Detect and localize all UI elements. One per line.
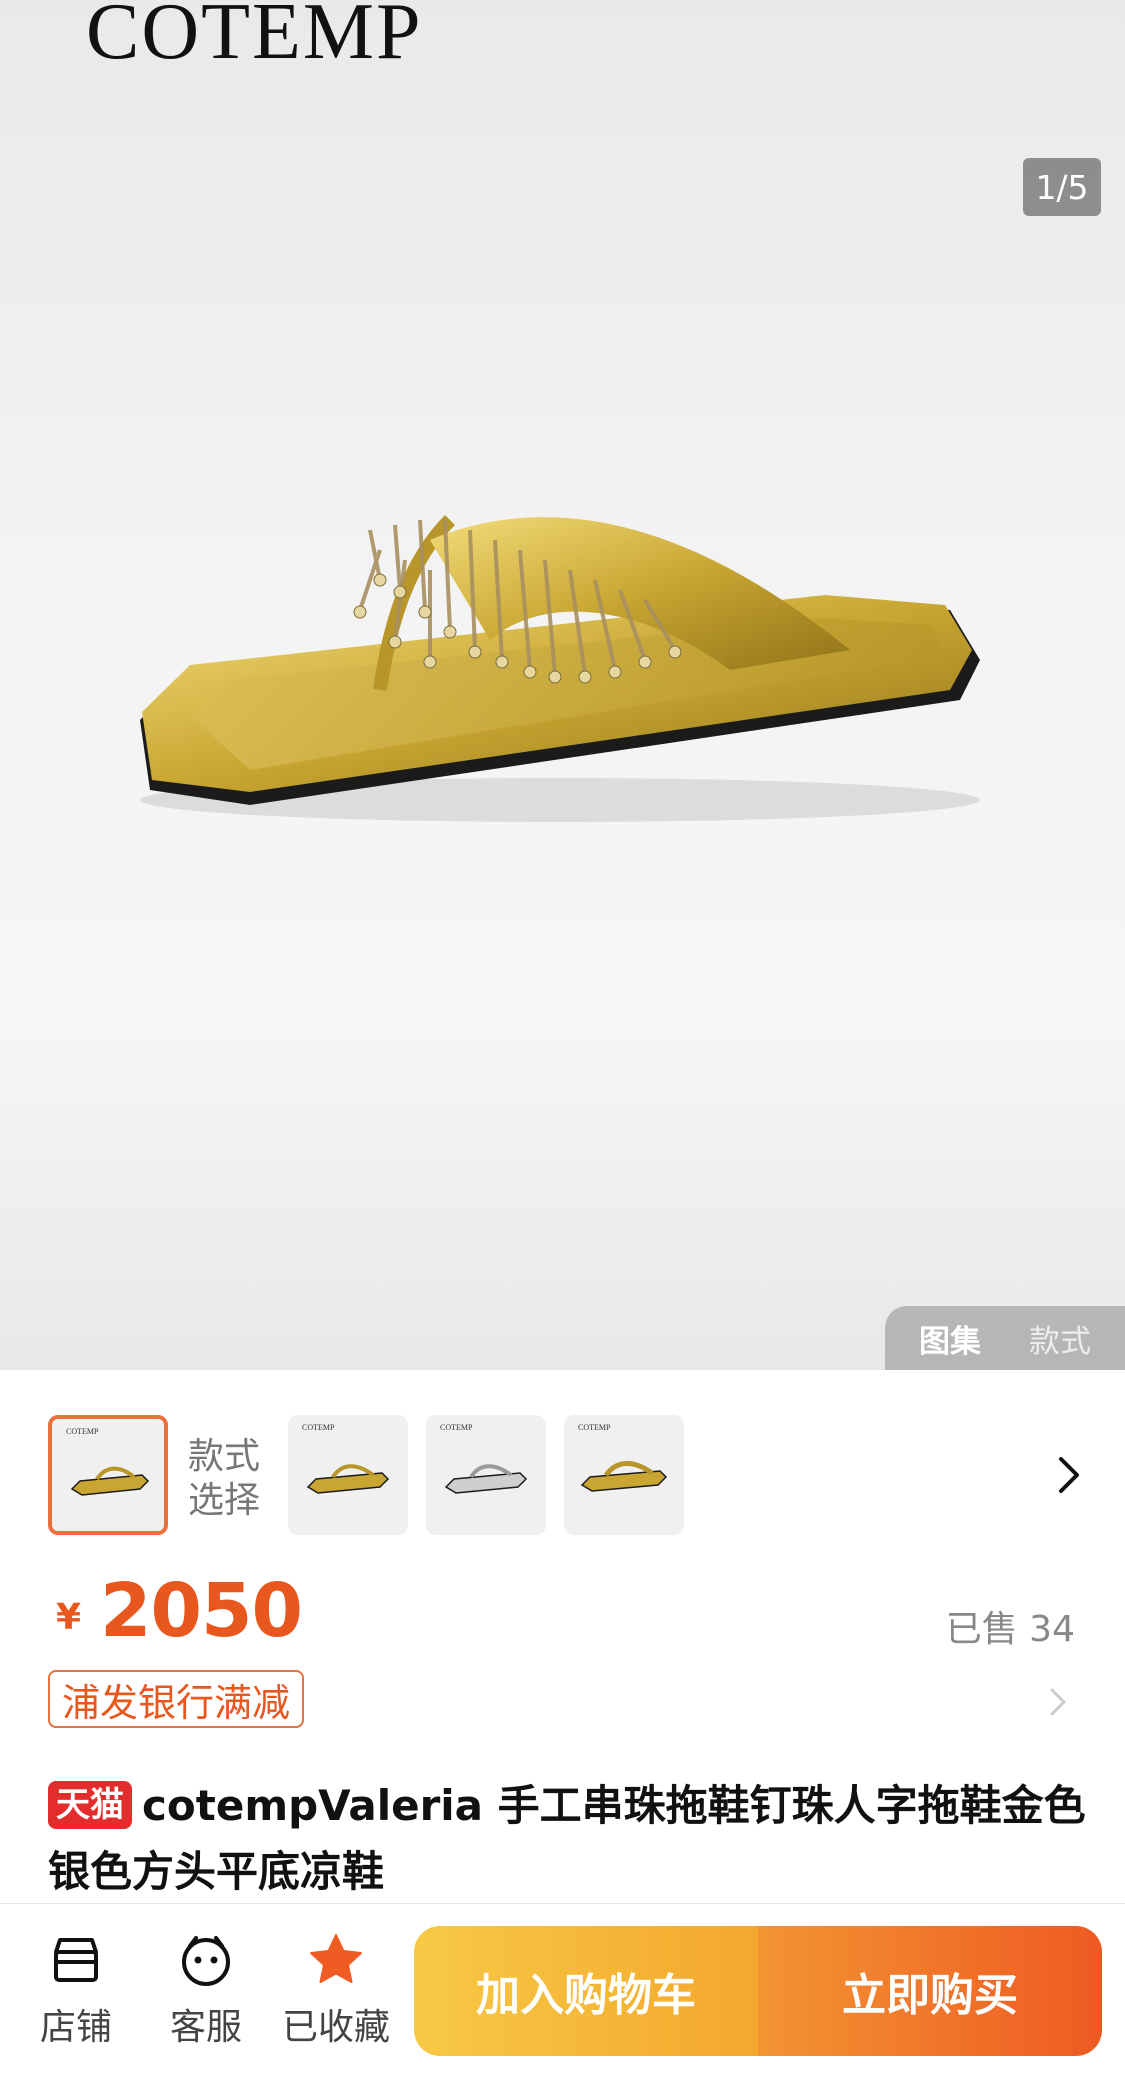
product-title-text: cotempValeria 手工串珠拖鞋钉珠人字拖鞋金色银色方头平底凉鞋 xyxy=(48,1781,1086,1896)
brand-logo-text: COTEMP xyxy=(86,0,423,76)
product-title: 天猫 cotempValeria 手工串珠拖鞋钉珠人字拖鞋金色银色方头平底凉鞋 xyxy=(48,1773,1088,1905)
variant-selector: COTEMP 款式选择 COTEMP COTEMP COTEMP xyxy=(0,1415,1125,1541)
variant-select-label: 款式选择 xyxy=(188,1436,261,1521)
store-button[interactable]: 店铺 xyxy=(16,1930,136,2050)
thumb-brand: COTEMP xyxy=(578,1423,611,1432)
buy-now-button[interactable]: 立即购买 xyxy=(758,1926,1102,2056)
add-to-cart-button[interactable]: 加入购物车 xyxy=(414,1926,758,2056)
star-icon xyxy=(310,1934,362,1983)
tab-styles[interactable]: 款式 xyxy=(1029,1316,1091,1361)
thumb-brand: COTEMP xyxy=(66,1427,99,1436)
variant-thumb-2[interactable]: COTEMP xyxy=(288,1415,408,1535)
chevron-right-icon[interactable] xyxy=(1043,1682,1073,1722)
variant-thumb-4[interactable]: COTEMP xyxy=(564,1415,684,1535)
customer-service-label: 客服 xyxy=(169,2007,242,2048)
tmall-badge: 天猫 xyxy=(48,1781,132,1829)
tab-gallery[interactable]: 图集 xyxy=(919,1316,981,1361)
variant-thumb-1[interactable]: COTEMP xyxy=(48,1415,168,1535)
store-label: 店铺 xyxy=(39,2007,112,2048)
customer-service-icon xyxy=(182,1936,230,1986)
favorite-label: 已收藏 xyxy=(281,2007,390,2048)
customer-service-button[interactable]: 客服 xyxy=(146,1930,266,2050)
variant-thumb-3[interactable]: COTEMP xyxy=(426,1415,546,1535)
chevron-right-icon[interactable] xyxy=(1049,1445,1089,1505)
thumb-brand: COTEMP xyxy=(440,1423,473,1432)
image-counter: 1/5 xyxy=(1023,158,1101,216)
favorite-button[interactable]: 已收藏 xyxy=(274,1930,398,2050)
store-icon xyxy=(54,1938,98,1982)
product-image-sandal xyxy=(140,515,980,822)
sandal-thumb-icon xyxy=(580,1461,668,1492)
product-gallery[interactable]: COTEMP 1/5 图集 款式 xyxy=(0,0,1125,1370)
bottom-action-bar: 店铺 客服 已收藏 加入购物车 立即购买 xyxy=(0,1903,1125,2081)
price-currency: ¥ xyxy=(56,1597,82,1638)
promo-tag[interactable]: 浦发银行满减 xyxy=(48,1670,305,1728)
thumb-brand: COTEMP xyxy=(302,1423,335,1432)
sandal-thumb-icon xyxy=(444,1464,528,1494)
gallery-view-tabs: 图集 款式 xyxy=(885,1306,1125,1370)
sandal-thumb-icon xyxy=(306,1464,390,1494)
sold-count: 已售 34 xyxy=(945,1609,1075,1650)
price-amount: 2050 xyxy=(100,1568,303,1654)
